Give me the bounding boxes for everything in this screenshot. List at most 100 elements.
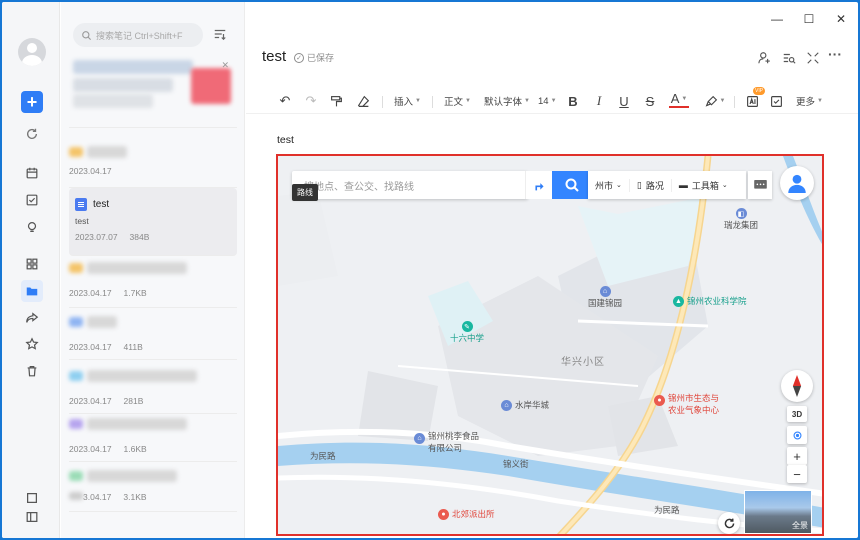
poi-label: 锦州市生态与 [668,393,720,403]
traffic-icon: ▯ [636,179,642,190]
minimize-icon[interactable]: — [768,10,786,28]
note-size: 1.6KB [123,444,147,454]
poi-nongke[interactable]: ▲ 锦州农业科学院 [673,295,747,307]
list-item[interactable]: 2023.04.17 411B [69,314,237,360]
style-select[interactable]: 正文 ▼ [444,92,471,110]
locate-icon[interactable] [787,426,807,444]
more-menu[interactable]: 更多 ▼ [796,92,823,110]
list-item[interactable]: 2023.04.17 281B [69,368,237,414]
folder-icon[interactable] [21,280,43,302]
zoom-out-button[interactable]: − [787,465,807,483]
map-toolbar: 州市 ⌄ ▯ 路况 ▬ 工具箱 ⌄ [588,171,746,199]
refresh-icon[interactable] [718,512,740,534]
list-item[interactable]: 2023.04.17 1.7KB [69,260,237,308]
list-item-partial[interactable] [69,518,159,532]
route-button[interactable] [525,171,552,199]
poi-label-2: 有限公司 [428,443,463,453]
font-select[interactable]: 默认字体 ▼ [484,92,530,110]
font-color-button[interactable]: A ▼ [669,92,689,108]
note-date: 2023.04.17 [69,288,112,298]
poi-label: 国建锦园 [588,298,623,308]
search-icon [565,178,579,192]
poi-shengtai[interactable]: ● 锦州市生态与 农业气象中心 [654,392,719,416]
add-icon[interactable]: + [21,91,43,113]
poi-shuian[interactable]: ⌂ 水岸华城 [501,399,549,411]
map-search-input[interactable]: 搜地点、查公交、找路线 [292,171,528,199]
insert-menu[interactable]: 插入 ▼ [394,92,421,110]
note-title: test [93,198,110,210]
list-item[interactable]: 3.04.17 3.1KB [69,468,237,512]
poi-shiliu[interactable]: ✎ 十六中学 [450,321,484,344]
saved-status: ✓ 已保存 [294,51,334,64]
columns-icon[interactable] [21,506,43,528]
size-select[interactable]: 14 ▼ [538,92,557,110]
avatar[interactable] [18,38,46,66]
italic-button[interactable]: I [592,92,606,110]
redo-icon[interactable]: ↷ [303,92,319,110]
panorama-thumbnail[interactable]: 全景 [744,490,812,534]
maximize-icon[interactable]: ☐ [800,10,818,28]
more-label: 更多 [796,97,816,108]
traffic-toggle[interactable]: ▯ 路况 [630,178,672,192]
list-item[interactable]: 2023.04.17 1.6KB [69,416,237,462]
task-icon[interactable] [21,189,43,211]
undo-icon[interactable]: ↶ [277,92,293,110]
checkbox-icon[interactable] [768,92,784,110]
grid-icon[interactable] [21,253,43,275]
trash-icon[interactable] [21,360,43,382]
note-size: 1.7KB [123,288,147,298]
strikethrough-button[interactable]: S [643,92,657,110]
poi-beijiao[interactable]: ● 北郊派出所 [438,508,495,520]
list-item[interactable]: ✕ [69,58,237,128]
more-icon[interactable]: ··· [828,46,842,62]
close-window-icon[interactable]: ✕ [832,10,850,28]
toolbox-menu[interactable]: ▬ 工具箱 ⌄ [672,179,735,192]
star-icon[interactable] [21,333,43,355]
poi-icon: ● [654,395,665,406]
underline-button[interactable]: U [617,92,631,110]
poi-icon: ⌂ [414,433,425,444]
calendar-icon[interactable] [21,162,43,184]
page-title[interactable]: test [262,48,286,65]
find-icon[interactable] [782,51,796,65]
font-label: 默认字体 [484,97,523,108]
message-icon[interactable] [748,171,772,199]
poi-guojian[interactable]: ⌂ 国建锦园 [588,286,622,309]
check-icon: ✓ [294,52,304,63]
bold-button[interactable]: B [566,92,580,110]
map-search-button[interactable] [552,171,592,199]
note-size: 3.1KB [123,492,147,502]
eraser-icon[interactable] [355,92,371,110]
3d-button[interactable]: 3D [787,406,807,422]
vip-badge: VIP [753,87,766,95]
poi-label: 北郊派出所 [452,509,495,519]
highlight-icon[interactable]: ▼ [704,92,726,110]
list-item[interactable]: 2023.04.17 [69,144,237,188]
poi-label: 十六中学 [450,333,485,343]
map-search-placeholder: 搜地点、查公交、找路线 [304,181,414,193]
poi-taoli[interactable]: ⌂ 锦州桃李食品 有限公司 [414,430,479,454]
size-label: 14 [538,95,549,107]
share-icon[interactable] [21,307,43,329]
content-paragraph[interactable]: test [277,134,294,146]
area-huaxing: 华兴小区 [561,357,605,368]
note-date: 2023.07.07 [75,232,118,242]
map-embed[interactable]: 搜地点、查公交、找路线 路线 州市 ⌄ ▯ 路况 ▬ 工具箱 ⌄ ◧ 瑞龙集团 ⌂ 国建锦园 [276,154,824,536]
close-icon[interactable]: ✕ [221,60,229,71]
compass-icon[interactable] [781,370,813,402]
bulb-icon[interactable] [21,216,43,238]
list-item-selected[interactable]: test test 2023.07.07 384B [69,188,237,256]
zoom-in-button[interactable]: + [787,447,807,465]
focus-icon[interactable] [806,51,820,65]
user-icon[interactable] [780,166,814,200]
poi-ruilong[interactable]: ◧ 瑞龙集团 [724,208,758,231]
search-input[interactable]: 搜索笔记 Ctrl+Shift+F [73,23,203,47]
sync-icon[interactable] [21,123,43,145]
note-preview: test [75,216,89,226]
add-collaborator-icon[interactable] [758,51,772,65]
note-date: 2023.04.17 [69,444,112,454]
poi-icon: ● [438,508,449,520]
format-painter-icon[interactable] [328,92,344,110]
sort-icon[interactable] [213,27,227,41]
city-select[interactable]: 州市 ⌄ [588,178,630,192]
